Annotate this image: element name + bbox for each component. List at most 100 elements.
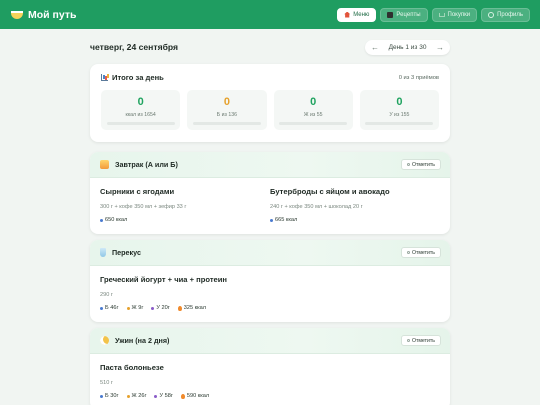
carbs-value: У 20г: [156, 305, 170, 311]
next-day-arrow-icon[interactable]: →: [436, 43, 444, 52]
kcal-chip: 665 ккал: [270, 217, 297, 223]
brand[interactable]: Мой путь: [11, 9, 76, 21]
mark-done-label: Отметить: [411, 337, 435, 344]
meal-title: Ужин (на 2 дня): [100, 336, 169, 345]
dish-name: Бутерброды с яйцом и авокадо: [270, 187, 390, 196]
meal-title-text: Завтрак (А или Б): [115, 160, 178, 169]
mark-done-label: Отметить: [411, 249, 435, 256]
kcal-chip: 325 ккал: [177, 305, 207, 311]
meals-count: 0 из 3 приёмов: [398, 74, 439, 81]
nav-shopping-label: Покупки: [447, 11, 471, 18]
nav-profile-label: Профиль: [497, 11, 523, 18]
kcal-chip: 590 ккал: [180, 393, 210, 399]
dot-icon: [154, 394, 158, 398]
summary-title: Итого за день: [101, 73, 164, 82]
moon-icon: [100, 336, 109, 345]
mark-done-button[interactable]: Отметить: [400, 335, 441, 346]
circle-icon: [406, 251, 410, 254]
flame-icon: [177, 305, 182, 311]
fat-chip: Ж 9г: [126, 305, 144, 311]
stat-carbs: 0 У из 155: [359, 90, 439, 130]
nav-recipes-label: Рецепты: [396, 11, 421, 18]
meal-title: Перекус: [100, 248, 141, 257]
stat-protein-label: Б из 136: [216, 112, 237, 118]
nav-menu-label: Меню: [353, 11, 370, 18]
carbs-chip: У 20г: [151, 305, 170, 311]
dish-portion: 510 г: [100, 380, 113, 386]
day-counter: День 1 из 30: [388, 44, 427, 51]
fat-chip: Ж 26г: [126, 393, 147, 399]
stat-kcal-progress: [106, 122, 175, 125]
meal-card-breakfast: Завтрак (А или Б) Отметить Сырники с яго…: [90, 152, 450, 234]
stat-kcal-value: 0: [137, 96, 144, 108]
dot-icon: [270, 218, 273, 222]
circle-icon: [406, 339, 410, 342]
app-title: Мой путь: [28, 8, 77, 21]
meal-title-text: Перекус: [112, 248, 141, 257]
stat-fat: 0 Ж из 55: [273, 90, 353, 130]
protein-chip: Б 46г: [100, 305, 119, 311]
nav-recipes-button[interactable]: Рецепты: [380, 7, 428, 22]
stat-protein-value: 0: [223, 96, 230, 108]
protein-value: Б 30г: [105, 393, 119, 399]
fat-value: Ж 9г: [131, 305, 144, 311]
dot-icon: [126, 394, 130, 398]
stat-fat-label: Ж из 55: [303, 112, 323, 118]
mark-done-button[interactable]: Отметить: [400, 159, 441, 170]
mark-done-button[interactable]: Отметить: [400, 247, 441, 258]
fat-value: Ж 26г: [131, 393, 147, 399]
prev-day-arrow-icon[interactable]: ←: [371, 43, 379, 52]
dot-icon: [151, 306, 155, 310]
kcal-chip: 650 ккал: [100, 217, 127, 223]
circle-icon: [406, 163, 410, 166]
dish-option-b[interactable]: Бутерброды с яйцом и авокадо 240 г + коф…: [270, 187, 440, 223]
mark-done-label: Отметить: [411, 161, 435, 168]
summary-stats: 0 ккал из 1654 0 Б из 136 0 Ж из 55 0 У …: [101, 90, 439, 130]
stat-carbs-value: 0: [396, 96, 403, 108]
dish-name: Греческий йогурт + чиа + протеин: [100, 275, 228, 284]
kcal-value: 590 ккал: [186, 393, 210, 399]
nav-menu-button[interactable]: Меню: [337, 7, 377, 22]
house-icon: [344, 11, 351, 18]
dish-name: Паста болоньезе: [100, 363, 164, 372]
stat-kcal-label: ккал из 1654: [125, 112, 156, 118]
daily-summary-card: Итого за день 0 из 3 приёмов 0 ккал из 1…: [90, 64, 450, 142]
book-icon: [387, 11, 394, 18]
dish-portion: 300 г + кофе 350 мл + зефир 33 г: [100, 204, 187, 210]
dish-name: Сырники с ягодами: [100, 187, 175, 196]
drink-icon: [100, 248, 106, 257]
dish-portion: 290 г: [100, 292, 113, 298]
bowl-icon: [11, 10, 23, 19]
dish[interactable]: Греческий йогурт + чиа + протеин 290 г Б…: [100, 275, 440, 311]
sunrise-icon: [100, 160, 109, 169]
dish-option-a[interactable]: Сырники с ягодами 300 г + кофе 350 мл + …: [100, 187, 270, 223]
meal-title-text: Ужин (на 2 дня): [115, 336, 170, 345]
kcal-value: 325 ккал: [183, 305, 207, 311]
cart-icon: [438, 12, 445, 17]
meal-card-snack: Перекус Отметить Греческий йогурт + чиа …: [90, 240, 450, 322]
kcal-value: 665 ккал: [275, 217, 298, 223]
dish-portion: 240 г + кофе 350 мл + шоколад 20 г: [270, 204, 363, 210]
dot-icon: [126, 306, 130, 310]
summary-title-text: Итого за день: [112, 73, 164, 82]
meal-title: Завтрак (А или Б): [100, 160, 178, 169]
nav-profile-button[interactable]: Профиль: [481, 7, 530, 22]
carbs-value: У 58г: [159, 393, 173, 399]
carbs-chip: У 58г: [154, 393, 173, 399]
dot-icon: [100, 394, 103, 398]
stat-protein: 0 Б из 136: [187, 90, 267, 130]
kcal-value: 650 ккал: [105, 217, 128, 223]
chart-icon: [101, 74, 108, 81]
flame-icon: [180, 393, 185, 399]
current-date: четверг, 24 сентября: [90, 42, 179, 52]
user-icon: [488, 11, 495, 18]
stat-carbs-label: У из 155: [389, 112, 410, 118]
main-nav: Меню Рецепты Покупки Профиль: [337, 7, 530, 22]
dot-icon: [100, 306, 103, 310]
meal-card-dinner: Ужин (на 2 дня) Отметить Паста болоньезе…: [90, 328, 450, 405]
protein-chip: Б 30г: [100, 393, 119, 399]
nav-shopping-button[interactable]: Покупки: [431, 7, 478, 22]
dot-icon: [100, 218, 103, 222]
dish[interactable]: Паста болоньезе 510 г Б 30г Ж 26г У 58г …: [100, 363, 440, 399]
stat-kcal: 0 ккал из 1654: [101, 90, 181, 130]
